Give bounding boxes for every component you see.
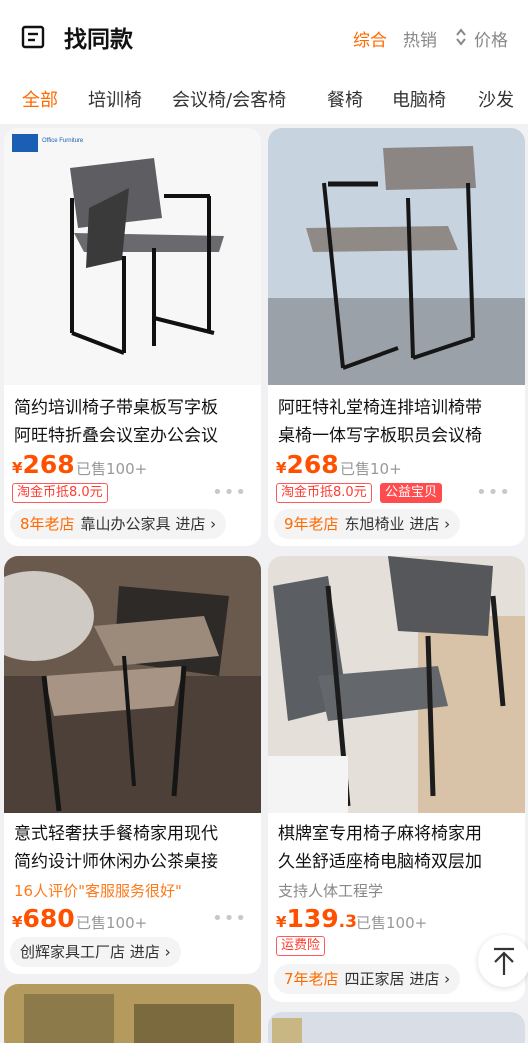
product-image[interactable] — [268, 128, 525, 385]
product-card[interactable]: 意式轻奢扶手餐椅家用现代 简约设计师休闲办公茶桌接 16人评价"客服服务很好" … — [4, 556, 261, 974]
sold-count: 已售100+ — [76, 914, 148, 932]
product-title-line1: 阿旺特礼堂椅连排培训椅带 — [278, 398, 482, 418]
product-image[interactable] — [4, 556, 261, 813]
page-title: 找同款 — [64, 27, 133, 53]
chevron-right-icon: › — [210, 515, 217, 533]
charity-tag: 公益宝贝 — [380, 483, 443, 503]
product-card[interactable] — [4, 984, 261, 1043]
top-bar: 找同款 综合 热销 价格 — [0, 0, 528, 74]
product-title-line2: 阿旺特折叠会议室办公会议 — [14, 426, 218, 446]
list-doc-icon[interactable] — [20, 24, 46, 50]
category-tab-training-chair[interactable]: 培训椅 — [88, 86, 142, 112]
product-card[interactable]: 阿旺特礼堂椅连排培训椅带 桌椅一体写字板职员会议椅 ¥268 已售10+ 淘金币… — [268, 128, 525, 546]
shop-link[interactable]: 8年老店 靠山办公家具 进店 › — [10, 509, 227, 539]
product-title-line1: 意式轻奢扶手餐椅家用现代 — [14, 824, 218, 844]
category-tab-sofa[interactable]: 沙发 — [478, 86, 514, 112]
product-image[interactable] — [4, 984, 261, 1043]
sort-price-tab[interactable]: 价格 — [474, 26, 508, 51]
more-icon[interactable]: ••• — [212, 908, 247, 929]
sold-count: 已售10+ — [340, 460, 402, 478]
product-card[interactable] — [268, 1012, 525, 1043]
product-price: ¥268 — [276, 450, 339, 479]
review-summary: 16人评价"客服服务很好" — [14, 882, 182, 900]
product-card[interactable]: Office Furniture 简约培训椅子带桌板写字板 阿旺特折叠会议室办公… — [4, 128, 261, 546]
sold-count: 已售100+ — [356, 914, 428, 932]
brand-logo-text: Office Furniture — [42, 138, 84, 144]
category-tabs: 全部 培训椅 会议椅/会客椅 餐椅 电脑椅 沙发 — [0, 74, 528, 124]
product-image[interactable] — [268, 1012, 525, 1043]
category-tab-meeting-chair[interactable]: 会议椅/会客椅 — [172, 86, 286, 112]
shipping-insurance-tag: 运费险 — [276, 936, 326, 956]
coin-discount-tag: 淘金币抵8.0元 — [276, 483, 372, 503]
shop-link[interactable]: 7年老店 四正家居 进店 › — [274, 964, 461, 994]
chevron-right-icon: › — [444, 515, 451, 533]
chevron-right-icon: › — [444, 970, 451, 988]
coin-discount-tag: 淘金币抵8.0元 — [12, 483, 108, 503]
category-tab-dining-chair[interactable]: 餐椅 — [327, 86, 363, 112]
feature-note: 支持人体工程学 — [278, 882, 384, 900]
arrow-up-icon — [494, 947, 514, 975]
shop-link[interactable]: 9年老店 东旭椅业 进店 › — [274, 509, 461, 539]
shop-link[interactable]: 创辉家具工厂店 进店 › — [10, 937, 181, 967]
back-to-top-button[interactable] — [478, 935, 528, 987]
product-price: ¥139.3 — [276, 904, 357, 933]
product-image[interactable]: Office Furniture — [4, 128, 261, 385]
category-tab-computer-chair[interactable]: 电脑椅 — [392, 86, 446, 112]
product-title-line2: 简约设计师休闲办公茶桌接 — [14, 852, 218, 872]
category-tab-all[interactable]: 全部 — [22, 86, 58, 112]
sort-comprehensive-tab[interactable]: 综合 — [353, 26, 387, 51]
chevron-right-icon: › — [164, 943, 171, 961]
product-title-line1: 简约培训椅子带桌板写字板 — [14, 398, 218, 418]
sort-hot-tab[interactable]: 热销 — [403, 26, 437, 51]
product-title-line2: 桌椅一体写字板职员会议椅 — [278, 426, 482, 446]
product-price: ¥680 — [12, 904, 75, 933]
product-title-line1: 棋牌室专用椅子麻将椅家用 — [278, 824, 482, 844]
more-icon[interactable]: ••• — [212, 482, 247, 503]
more-icon[interactable]: ••• — [476, 482, 511, 503]
sort-arrows-icon — [456, 28, 466, 46]
sold-count: 已售100+ — [76, 460, 148, 478]
product-price: ¥268 — [12, 450, 75, 479]
product-image[interactable] — [268, 556, 525, 813]
product-title-line2: 久坐舒适座椅电脑椅双层加 — [278, 852, 482, 872]
